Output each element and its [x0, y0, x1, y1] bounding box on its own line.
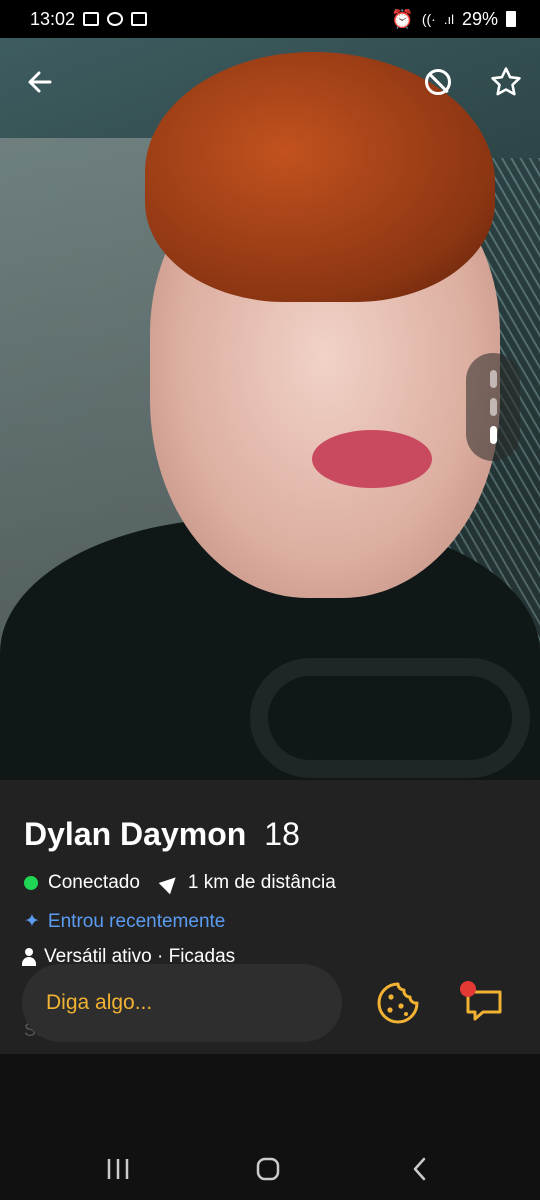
chevron-left-icon — [413, 1157, 426, 1181]
location-arrow-icon — [158, 871, 182, 895]
arrow-left-icon — [28, 71, 52, 93]
favorite-button[interactable] — [486, 62, 526, 102]
profile-photo[interactable] — [0, 38, 540, 780]
online-status-text: Conectado — [48, 872, 140, 893]
sparkle-icon: ✦ — [24, 911, 40, 932]
person-icon — [22, 948, 36, 966]
status-right: ⏰ ((· .ıl 29% — [391, 9, 516, 30]
pager-dot-active[interactable] — [489, 426, 497, 444]
battery-percent: 29% — [461, 8, 498, 29]
notification-dot — [460, 981, 476, 997]
recent-apps-icon — [107, 1159, 129, 1179]
back-button[interactable] — [20, 62, 60, 102]
recent-apps-button[interactable] — [98, 1154, 138, 1184]
app-notification-icon — [131, 12, 148, 26]
status-left: 13:02 — [30, 8, 148, 30]
star-icon — [491, 67, 521, 96]
system-nav-bar — [0, 1054, 540, 1200]
image-notification-icon — [83, 12, 100, 26]
cookie-button[interactable] — [375, 980, 421, 1026]
chat-notification-icon — [107, 12, 124, 26]
message-input[interactable]: Diga algo... — [22, 964, 342, 1042]
online-status-icon — [24, 876, 38, 890]
profile-age: 18 — [264, 816, 300, 852]
status-row: Conectado 1 km de distância — [24, 871, 336, 895]
wifi-icon: ((· — [421, 11, 436, 27]
photo-headphones — [250, 658, 530, 778]
profile-name: Dylan Daymon — [24, 816, 247, 852]
recent-row: ✦ Entrou recentemente — [24, 910, 225, 933]
recent-text: Entrou recentemente — [47, 910, 226, 932]
home-button[interactable] — [248, 1154, 288, 1184]
photo-lips — [312, 430, 432, 488]
name-row: Dylan Daymon 18 — [24, 816, 300, 853]
home-icon — [256, 1157, 280, 1181]
back-nav-button[interactable] — [400, 1154, 440, 1184]
distance-text: 1 km de distância — [187, 872, 336, 893]
pager-dot[interactable] — [489, 370, 497, 388]
message-placeholder: Diga algo... — [46, 991, 153, 1014]
status-bar: 13:02 ⏰ ((· .ıl 29% — [0, 0, 540, 38]
signal-icon: .ıl — [443, 11, 454, 27]
pager-dot[interactable] — [489, 398, 497, 416]
photo-pager[interactable] — [466, 353, 520, 461]
block-button[interactable] — [418, 62, 458, 102]
block-icon — [425, 69, 451, 95]
battery-icon — [506, 11, 516, 27]
status-time: 13:02 — [30, 8, 76, 29]
cookie-icon — [377, 982, 419, 1024]
alarm-icon: ⏰ — [391, 8, 414, 29]
